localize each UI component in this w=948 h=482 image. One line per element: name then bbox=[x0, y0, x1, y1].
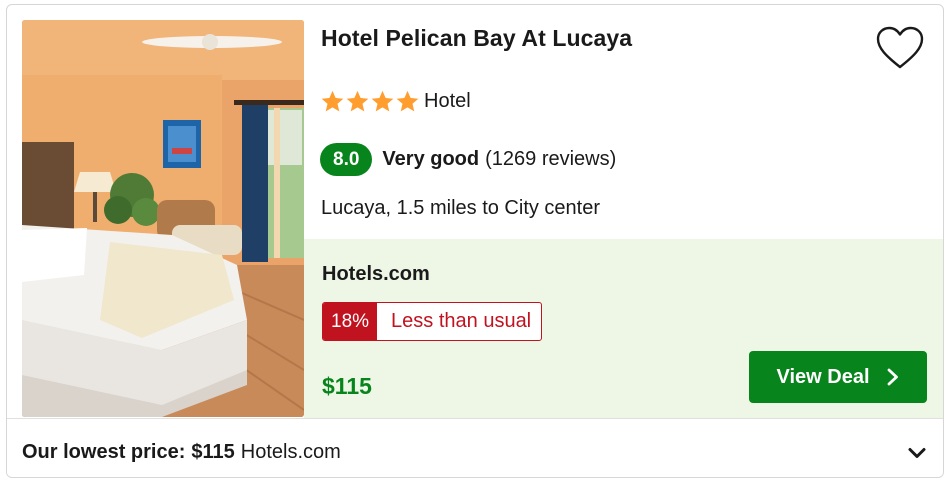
lowest-price-provider: Hotels.com bbox=[240, 441, 341, 463]
review-summary: 8.0 Very good (1269 reviews) bbox=[320, 143, 616, 176]
hotel-photo[interactable] bbox=[22, 20, 304, 417]
star-icon bbox=[321, 90, 344, 112]
star-icon bbox=[396, 90, 419, 112]
discount-badge: 18% Less than usual bbox=[322, 302, 543, 341]
hotel-name[interactable]: Hotel Pelican Bay At Lucaya bbox=[321, 25, 632, 52]
star-rating: Hotel bbox=[320, 89, 471, 114]
lowest-price-value: $115 bbox=[191, 441, 235, 463]
view-deal-label: View Deal bbox=[776, 365, 870, 388]
view-deal-button[interactable]: View Deal bbox=[749, 351, 927, 403]
property-type: Hotel bbox=[424, 90, 471, 112]
star-icon bbox=[346, 90, 369, 112]
review-rating-label: Very good bbox=[382, 148, 480, 170]
heart-icon bbox=[876, 26, 924, 69]
star-icon bbox=[371, 90, 394, 112]
deal-price: $115 bbox=[322, 373, 372, 399]
discount-label: Less than usual bbox=[391, 310, 532, 332]
lowest-price-footer[interactable]: Our lowest price: $115 Hotels.com bbox=[7, 418, 943, 477]
chevron-down-icon[interactable] bbox=[905, 441, 929, 465]
review-score-badge: 8.0 bbox=[320, 143, 373, 176]
review-count: (1269 reviews) bbox=[485, 148, 617, 170]
favorite-button[interactable] bbox=[875, 23, 925, 73]
lowest-price-label: Our lowest price: bbox=[22, 441, 186, 463]
hotel-room-image bbox=[22, 20, 304, 417]
deal-panel: Hotels.com 18% Less than usual $115 View… bbox=[304, 239, 943, 418]
lowest-price-summary: Our lowest price: $115 Hotels.com bbox=[22, 441, 341, 464]
deal-provider: Hotels.com bbox=[322, 263, 430, 285]
hotel-card: Hotel Pelican Bay At Lucaya Hotel 8.0 Ve… bbox=[6, 4, 944, 478]
chevron-right-icon bbox=[887, 368, 898, 386]
hotel-location: Lucaya, 1.5 miles to City center bbox=[321, 197, 601, 219]
discount-percent: 18% bbox=[323, 303, 378, 340]
